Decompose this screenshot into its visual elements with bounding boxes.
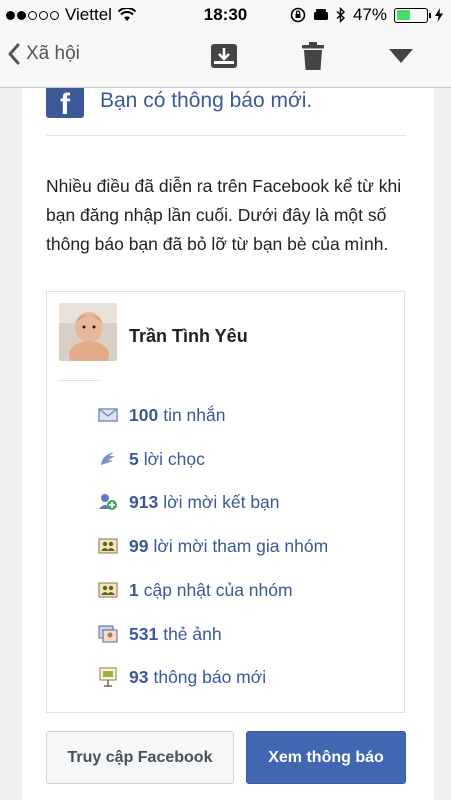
friend-request-icon [97, 492, 119, 512]
intro-paragraph: Nhiều điều đã diễn ra trên Facebook kể t… [46, 176, 402, 254]
email-body: f Bạn có thông báo mới. Nhiều điều đã di… [22, 88, 434, 800]
archive-icon[interactable] [209, 42, 239, 75]
rotation-lock-icon [290, 7, 306, 23]
battery-icon [394, 7, 431, 23]
notification-icon [97, 667, 119, 687]
trash-icon[interactable] [301, 42, 325, 75]
notification-label: lời chọc [143, 448, 205, 469]
notification-count: 100 [129, 404, 159, 425]
back-button[interactable]: Xã hội [8, 43, 80, 65]
notification-count: 99 [129, 535, 149, 556]
notification-label: thông báo mới [153, 666, 267, 687]
facebook-logo-icon: f [46, 88, 84, 121]
poke-icon [97, 449, 119, 469]
notification-count: 531 [129, 623, 159, 644]
notification-count: 913 [129, 491, 159, 512]
tty-icon [313, 9, 328, 20]
notification-item[interactable]: 913 lời mời kết bạn [97, 490, 280, 514]
notification-item[interactable]: 93 thông báo mới [97, 665, 266, 689]
notification-label: cập nhật của nhóm [143, 579, 293, 600]
email-header: f Bạn có thông báo mới. [46, 88, 406, 136]
notification-label: thẻ ảnh [163, 623, 222, 644]
avatar [59, 303, 117, 361]
notification-count: 1 [129, 579, 139, 600]
notification-count: 93 [129, 666, 149, 687]
notification-label: tin nhắn [163, 404, 226, 425]
battery-percent: 47% [352, 5, 387, 24]
status-bar: Viettel 18:30 47% [0, 0, 451, 30]
visit-facebook-button[interactable]: Truy cập Facebook [46, 731, 234, 784]
notification-label: lời mời tham gia nhóm [153, 535, 329, 556]
chevron-left-icon [8, 43, 20, 65]
nav-bar: Xã hội [0, 30, 451, 88]
notification-count: 5 [129, 448, 139, 469]
bluetooth-icon [336, 7, 345, 23]
notification-item[interactable]: 5 lời chọc [97, 447, 205, 471]
notification-item[interactable]: 531 thẻ ảnh [97, 622, 222, 646]
divider [59, 380, 99, 381]
dropdown-icon[interactable] [388, 48, 414, 69]
notification-item[interactable]: 99 lời mời tham gia nhóm [97, 534, 328, 558]
notification-item[interactable]: 1 cập nhật của nhóm [97, 578, 293, 602]
photo-tag-icon [97, 624, 119, 644]
user-name: Trần Tình Yêu [129, 326, 248, 346]
notification-card: Trần Tình Yêu 100 tin nhắn 5 lời chọc 91… [46, 291, 405, 713]
charging-icon [435, 8, 443, 22]
notification-item[interactable]: 100 tin nhắn [97, 403, 225, 427]
group-icon [97, 536, 119, 556]
message-icon [97, 405, 119, 425]
group-icon [97, 580, 119, 600]
back-label: Xã hội [26, 43, 80, 64]
email-header-text: Bạn có thông báo mới. [100, 89, 313, 112]
notification-label: lời mời kết bạn [163, 491, 280, 512]
view-notifications-button[interactable]: Xem thông báo [246, 731, 406, 784]
